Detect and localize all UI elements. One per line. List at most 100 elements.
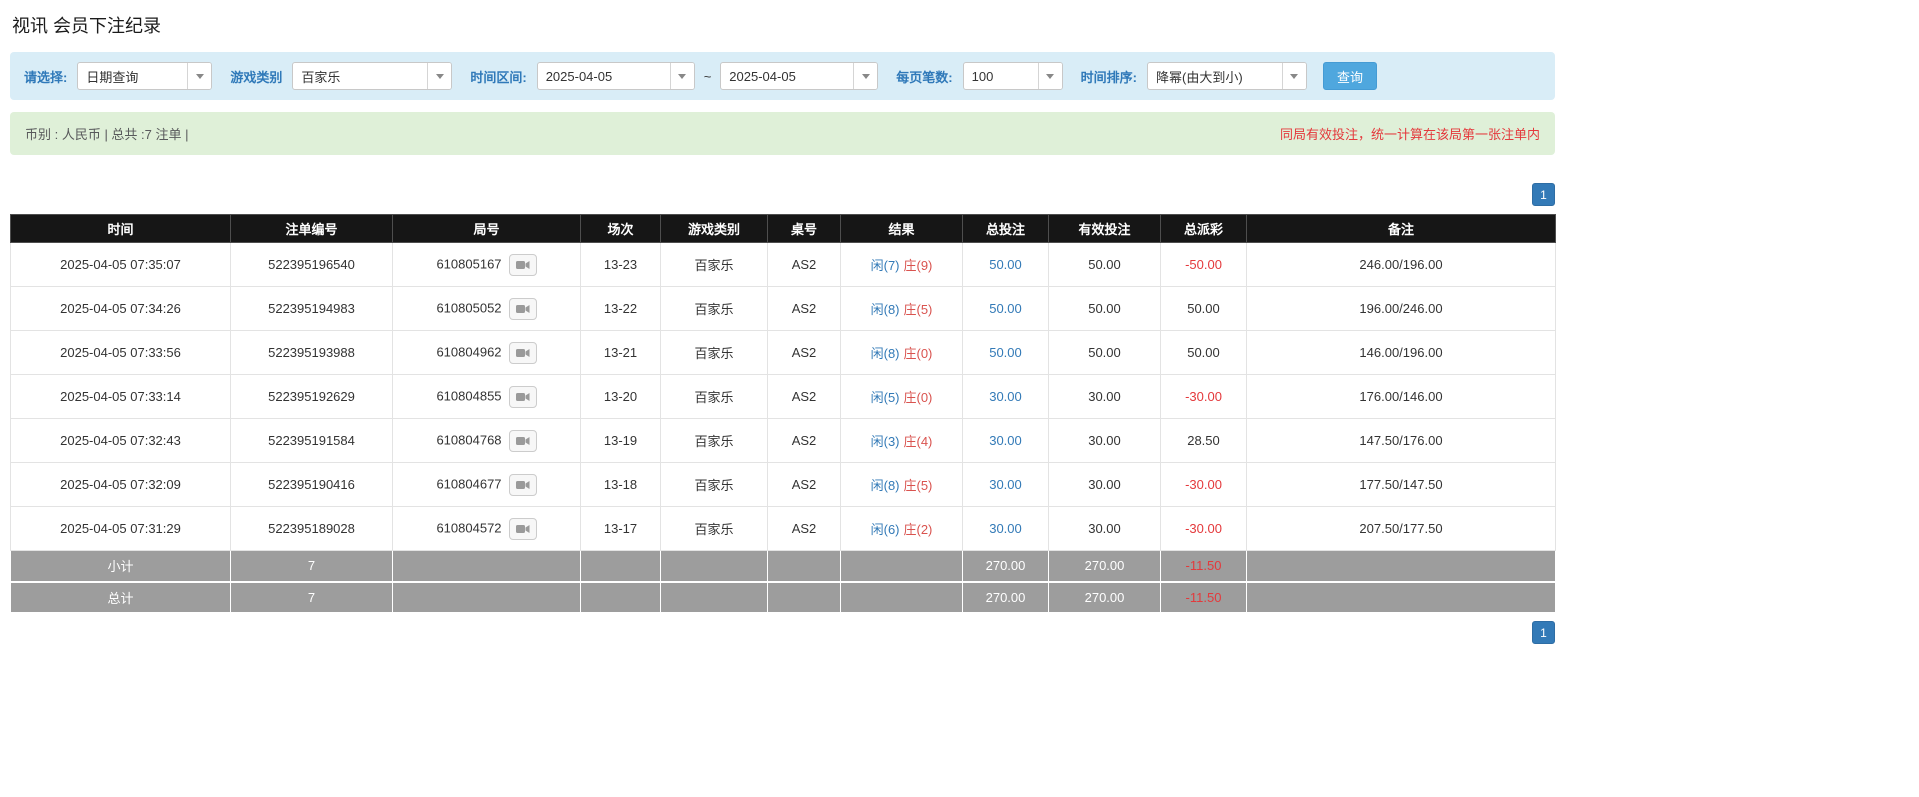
footer-empty-cell (840, 550, 963, 582)
result-player: 闲(8) (870, 346, 900, 361)
round-id: 610805167 (436, 255, 502, 271)
date-from-value: 2025-04-05 (545, 68, 613, 84)
column-header: 备注 (1246, 214, 1556, 243)
chevron-down-icon (435, 73, 444, 79)
time-cell: 2025-04-05 07:35:07 (10, 242, 231, 287)
bet-id-cell: 522395192629 (230, 374, 393, 419)
footer-empty-cell (580, 550, 661, 582)
total-bet-link[interactable]: 30.00 (989, 477, 1022, 492)
column-header: 游戏类别 (660, 214, 768, 243)
table-number-cell: AS2 (767, 506, 841, 551)
result-banker: 庄(5) (903, 302, 933, 317)
table-row: 2025-04-05 07:32:43 522395191584 6108047… (10, 418, 1556, 463)
bet-id-cell: 522395189028 (230, 506, 393, 551)
footer-total-bet-cell: 270.00 (962, 580, 1049, 613)
round-id: 610804677 (436, 475, 502, 491)
date-to-dropdown[interactable]: 2025-04-05 (720, 62, 879, 90)
round-id: 610804768 (436, 431, 502, 447)
valid-bet-cell: 30.00 (1048, 462, 1161, 507)
round-id-cell: 610805052 (392, 286, 581, 331)
column-header: 场次 (580, 214, 661, 243)
select-type-dropdown-arrow[interactable] (187, 63, 212, 89)
time-cell: 2025-04-05 07:34:26 (10, 286, 231, 331)
video-replay-button[interactable] (508, 385, 537, 408)
total-bet-link[interactable]: 50.00 (989, 345, 1022, 360)
total-bet-link[interactable]: 50.00 (989, 301, 1022, 316)
round-id-cell: 610804768 (392, 418, 581, 463)
game-type-dropdown[interactable]: 百家乐 (292, 62, 453, 90)
bet-id-cell: 522395190416 (230, 462, 393, 507)
footer-empty-cell (1246, 580, 1556, 613)
video-icon (515, 348, 530, 357)
bet-records-table: 时间 注单编号 局号 场次 游戏类别 桌号 结果 总投注 有效投注 总派彩 备注 2025-04-0… (10, 214, 1556, 613)
video-replay-button[interactable] (508, 473, 537, 496)
payout-cell: 50.00 (1160, 286, 1247, 331)
session-cell: 13-22 (580, 286, 661, 331)
game-type-dropdown-arrow[interactable] (427, 63, 452, 89)
footer-empty-cell (767, 550, 841, 582)
page-container: 视讯 会员下注纪录 请选择: 日期查询 游戏类别 百家乐 时间区间: 2025-… (10, 8, 1556, 644)
bet-id-cell: 522395196540 (230, 242, 393, 287)
table-row: 2025-04-05 07:34:26 522395194983 6108050… (10, 286, 1556, 331)
remark-cell: 147.50/176.00 (1246, 418, 1556, 463)
page-title: 视讯 会员下注纪录 (12, 16, 162, 36)
total-bet-cell: 30.00 (962, 462, 1049, 507)
page-size-dropdown[interactable]: 100 (962, 62, 1063, 90)
result-banker: 庄(4) (903, 434, 933, 449)
round-id-cell: 610804855 (392, 374, 581, 419)
result-cell: 闲(8) 庄(5) (840, 462, 963, 507)
table-number-cell: AS2 (767, 330, 841, 375)
session-cell: 13-23 (580, 242, 661, 287)
query-button[interactable]: 查询 (1322, 62, 1377, 90)
video-replay-button[interactable] (508, 429, 537, 452)
summary-bar: 币别 : 人民币 | 总共 :7 注单 | 同局有效投注，统一计算在该局第一张注… (10, 112, 1555, 155)
valid-bet-cell: 30.00 (1048, 506, 1161, 551)
date-to-dropdown-arrow[interactable] (853, 63, 878, 89)
video-replay-button[interactable] (508, 253, 537, 276)
bet-id-cell: 522395193988 (230, 330, 393, 375)
footer-empty-cell (580, 580, 661, 613)
video-replay-button[interactable] (508, 297, 537, 320)
table-row: 2025-04-05 07:35:07 522395196540 6108051… (10, 242, 1556, 287)
footer-empty-cell (660, 580, 768, 613)
chevron-down-icon (1290, 73, 1299, 79)
column-header: 总派彩 (1160, 214, 1247, 243)
table-row: 2025-04-05 07:33:56 522395193988 6108049… (10, 330, 1556, 375)
video-replay-button[interactable] (508, 341, 537, 364)
page-1-button[interactable]: 1 (1532, 621, 1555, 644)
time-cell: 2025-04-05 07:32:09 (10, 462, 231, 507)
page-size-value: 100 (971, 68, 994, 84)
payout-cell: -30.00 (1160, 374, 1247, 419)
bet-id-cell: 522395194983 (230, 286, 393, 331)
column-header: 局号 (392, 214, 581, 243)
total-bet-cell: 50.00 (962, 286, 1049, 331)
result-player: 闲(7) (870, 258, 900, 273)
round-id-cell: 610804572 (392, 506, 581, 551)
remark-cell: 176.00/146.00 (1246, 374, 1556, 419)
sort-order-dropdown-arrow[interactable] (1281, 63, 1306, 89)
sort-order-value: 降幂(由大到小) (1155, 69, 1243, 85)
total-bet-link[interactable]: 50.00 (989, 257, 1022, 272)
date-from-dropdown-arrow[interactable] (669, 63, 694, 89)
game-type-cell: 百家乐 (660, 330, 768, 375)
select-type-dropdown[interactable]: 日期查询 (77, 62, 213, 90)
total-bet-link[interactable]: 30.00 (989, 433, 1022, 448)
remark-cell: 207.50/177.50 (1246, 506, 1556, 551)
sort-order-dropdown[interactable]: 降幂(由大到小) (1146, 62, 1307, 90)
round-id: 610804855 (436, 387, 502, 403)
payout-cell: 28.50 (1160, 418, 1247, 463)
remark-cell: 196.00/246.00 (1246, 286, 1556, 331)
column-header: 有效投注 (1048, 214, 1161, 243)
page-1-button[interactable]: 1 (1532, 183, 1555, 206)
page-size-dropdown-arrow[interactable] (1037, 63, 1062, 89)
footer-label-cell: 小计 (10, 550, 231, 582)
footer-empty-cell (392, 550, 581, 582)
total-bet-link[interactable]: 30.00 (989, 389, 1022, 404)
footer-count-cell: 7 (230, 580, 393, 613)
video-replay-button[interactable] (508, 517, 537, 540)
date-from-dropdown[interactable]: 2025-04-05 (536, 62, 695, 90)
total-bet-link[interactable]: 30.00 (989, 521, 1022, 536)
result-banker: 庄(9) (903, 258, 933, 273)
video-icon (515, 260, 530, 269)
total-bet-cell: 50.00 (962, 242, 1049, 287)
